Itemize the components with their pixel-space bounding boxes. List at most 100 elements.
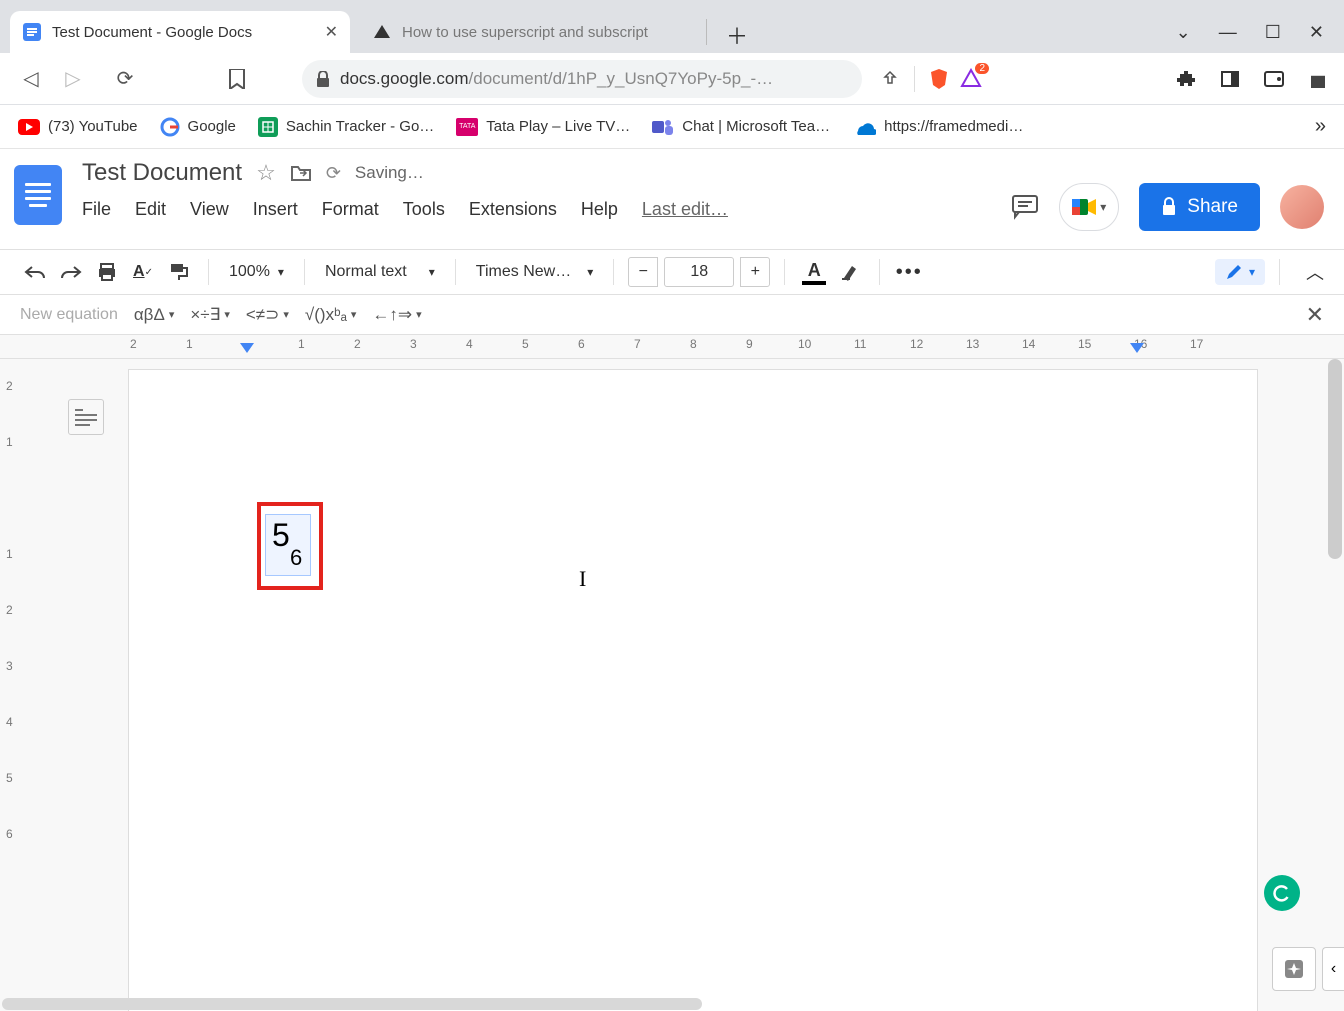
eq-relations-dropdown[interactable]: <≠⊃▾ <box>246 305 289 325</box>
brave-rewards-icon[interactable]: 2 <box>959 67 983 91</box>
lock-icon <box>316 71 330 87</box>
print-button[interactable] <box>92 257 122 287</box>
maximize-icon[interactable]: ☐ <box>1265 22 1281 43</box>
side-panel-handle[interactable]: ‹ <box>1322 947 1344 991</box>
new-tab-button[interactable]: ＋ <box>719 17 755 53</box>
equation-box[interactable]: 5 6 <box>265 514 311 576</box>
explore-button[interactable] <box>1272 947 1316 991</box>
menu-bar: File Edit View Insert Format Tools Exten… <box>82 199 1011 220</box>
share-url-icon[interactable] <box>878 67 902 91</box>
bookmark-tataplay[interactable]: TATA Tata Play – Live TV… <box>456 118 630 136</box>
saving-status: Saving… <box>355 163 424 183</box>
spellcheck-button[interactable]: A✓ <box>128 257 158 287</box>
browser-tab-active[interactable]: Test Document - Google Docs ✕ <box>10 11 350 53</box>
brave-shields-icon[interactable] <box>927 67 951 91</box>
bookmark-page-icon[interactable] <box>220 62 254 96</box>
redo-button[interactable] <box>56 257 86 287</box>
reload-button[interactable]: ⟳ <box>108 62 142 96</box>
meet-button[interactable]: ▾ <box>1059 183 1119 231</box>
document-outline-button[interactable] <box>68 399 104 435</box>
last-edit-link[interactable]: Last edit… <box>642 199 728 220</box>
site-favicon-icon <box>372 22 392 42</box>
eq-greek-dropdown[interactable]: αβΔ▾ <box>134 305 175 325</box>
horizontal-ruler[interactable]: 2 1 1 2 3 4 5 6 7 8 9 10 11 12 13 14 15 … <box>0 335 1344 359</box>
forward-button[interactable]: ▷ <box>56 62 90 96</box>
docs-logo-icon[interactable] <box>14 165 62 225</box>
share-button[interactable]: Share <box>1139 183 1260 231</box>
tab-close-icon[interactable]: ✕ <box>325 22 338 42</box>
menu-file[interactable]: File <box>82 199 111 220</box>
highlight-button[interactable] <box>835 257 865 287</box>
bookmark-onedrive[interactable]: https://framedmedi… <box>852 118 1023 135</box>
menu-help[interactable]: Help <box>581 199 618 220</box>
document-page[interactable]: 5 6 I <box>128 369 1258 1011</box>
paint-format-button[interactable] <box>164 257 194 287</box>
rewards-badge: 2 <box>975 63 989 74</box>
browser-tab-inactive[interactable]: How to use superscript and subscript <box>360 11 700 53</box>
tab-search-icon[interactable]: ⌄ <box>1176 22 1191 43</box>
indent-marker-left-icon[interactable] <box>240 343 254 357</box>
new-equation-label[interactable]: New equation <box>20 306 118 324</box>
editing-mode-dropdown[interactable]: ▾ <box>1215 259 1265 285</box>
docs-favicon-icon <box>22 22 42 42</box>
eq-math-dropdown[interactable]: √()xᵇₐ▾ <box>305 305 356 325</box>
menu-insert[interactable]: Insert <box>253 199 298 220</box>
address-bar: ◁ ▷ ⟳ docs.google.com/document/d/1hP_y_U… <box>0 53 1344 105</box>
eq-arrows-dropdown[interactable]: ←↑⇒▾ <box>372 305 421 325</box>
collapse-toolbar-button[interactable]: ︿ <box>1306 259 1324 285</box>
zoom-dropdown[interactable]: 100%▾ <box>223 263 290 281</box>
menu-view[interactable]: View <box>190 199 229 220</box>
eq-operators-dropdown[interactable]: ×÷∃▾ <box>190 305 230 325</box>
document-title[interactable]: Test Document <box>82 159 242 187</box>
menu-extensions[interactable]: Extensions <box>469 199 557 220</box>
cloud-sync-icon[interactable]: ⟳ <box>326 163 341 184</box>
comments-icon[interactable] <box>1011 194 1039 220</box>
bookmark-google[interactable]: Google <box>160 117 236 137</box>
horizontal-scrollbar[interactable] <box>2 998 702 1010</box>
bookmarks-overflow-icon[interactable]: » <box>1315 115 1326 138</box>
minimize-icon[interactable]: — <box>1219 22 1237 43</box>
star-icon[interactable]: ☆ <box>256 160 276 186</box>
undo-button[interactable] <box>20 257 50 287</box>
browser-tab-strip: Test Document - Google Docs ✕ How to use… <box>0 0 1344 53</box>
vertical-scrollbar[interactable] <box>1328 359 1342 559</box>
tab-title: How to use superscript and subscript <box>402 24 648 41</box>
menu-format[interactable]: Format <box>322 199 379 220</box>
account-avatar[interactable] <box>1280 185 1324 229</box>
text-color-button[interactable]: A <box>799 257 829 287</box>
equation-subscript: 6 <box>290 545 302 571</box>
bookmark-sheets[interactable]: Sachin Tracker - Go… <box>258 117 434 137</box>
more-tools-button[interactable]: ••• <box>894 257 924 287</box>
url-field[interactable]: docs.google.com/document/d/1hP_y_UsnQ7Yo… <box>302 60 862 98</box>
extensions-icon[interactable] <box>1174 67 1198 91</box>
sidepanel-icon[interactable] <box>1218 67 1242 91</box>
pencil-icon <box>1225 263 1243 281</box>
menu-edit[interactable]: Edit <box>135 199 166 220</box>
font-dropdown[interactable]: Times New…▾ <box>470 263 599 281</box>
tab-title: Test Document - Google Docs <box>52 24 252 41</box>
wallet-icon[interactable] <box>1262 67 1286 91</box>
bookmark-youtube[interactable]: (73) YouTube <box>18 118 138 135</box>
indent-marker-right-icon[interactable] <box>1130 343 1144 357</box>
paragraph-style-dropdown[interactable]: Normal text▾ <box>319 263 441 281</box>
menu-tools[interactable]: Tools <box>403 199 445 220</box>
youtube-icon <box>18 119 40 135</box>
close-window-icon[interactable]: ✕ <box>1309 22 1324 43</box>
font-size-input[interactable]: 18 <box>664 257 734 287</box>
back-button[interactable]: ◁ <box>14 62 48 96</box>
decrease-font-button[interactable]: − <box>628 257 658 287</box>
window-controls: ⌄ — ☐ ✕ <box>1156 22 1344 53</box>
document-area: 2 1 1 2 3 4 5 6 5 6 I ‹ <box>0 359 1344 1011</box>
vertical-ruler[interactable]: 2 1 1 2 3 4 5 6 <box>0 359 28 1011</box>
bookmark-teams[interactable]: Chat | Microsoft Tea… <box>652 117 830 137</box>
grammarly-badge-icon[interactable] <box>1264 875 1300 911</box>
teams-icon <box>652 117 674 137</box>
move-folder-icon[interactable] <box>290 164 312 182</box>
equation-toolbar: New equation αβΔ▾ ×÷∃▾ <≠⊃▾ √()xᵇₐ▾ ←↑⇒▾… <box>0 295 1344 335</box>
formatting-toolbar: A✓ 100%▾ Normal text▾ Times New…▾ − 18 +… <box>0 249 1344 295</box>
close-equation-toolbar-button[interactable]: ✕ <box>1306 302 1324 328</box>
increase-font-button[interactable]: + <box>740 257 770 287</box>
browser-menu-icon[interactable]: ▬▬▬ <box>1306 67 1330 91</box>
google-icon <box>160 117 180 137</box>
cloud-icon <box>852 119 876 135</box>
